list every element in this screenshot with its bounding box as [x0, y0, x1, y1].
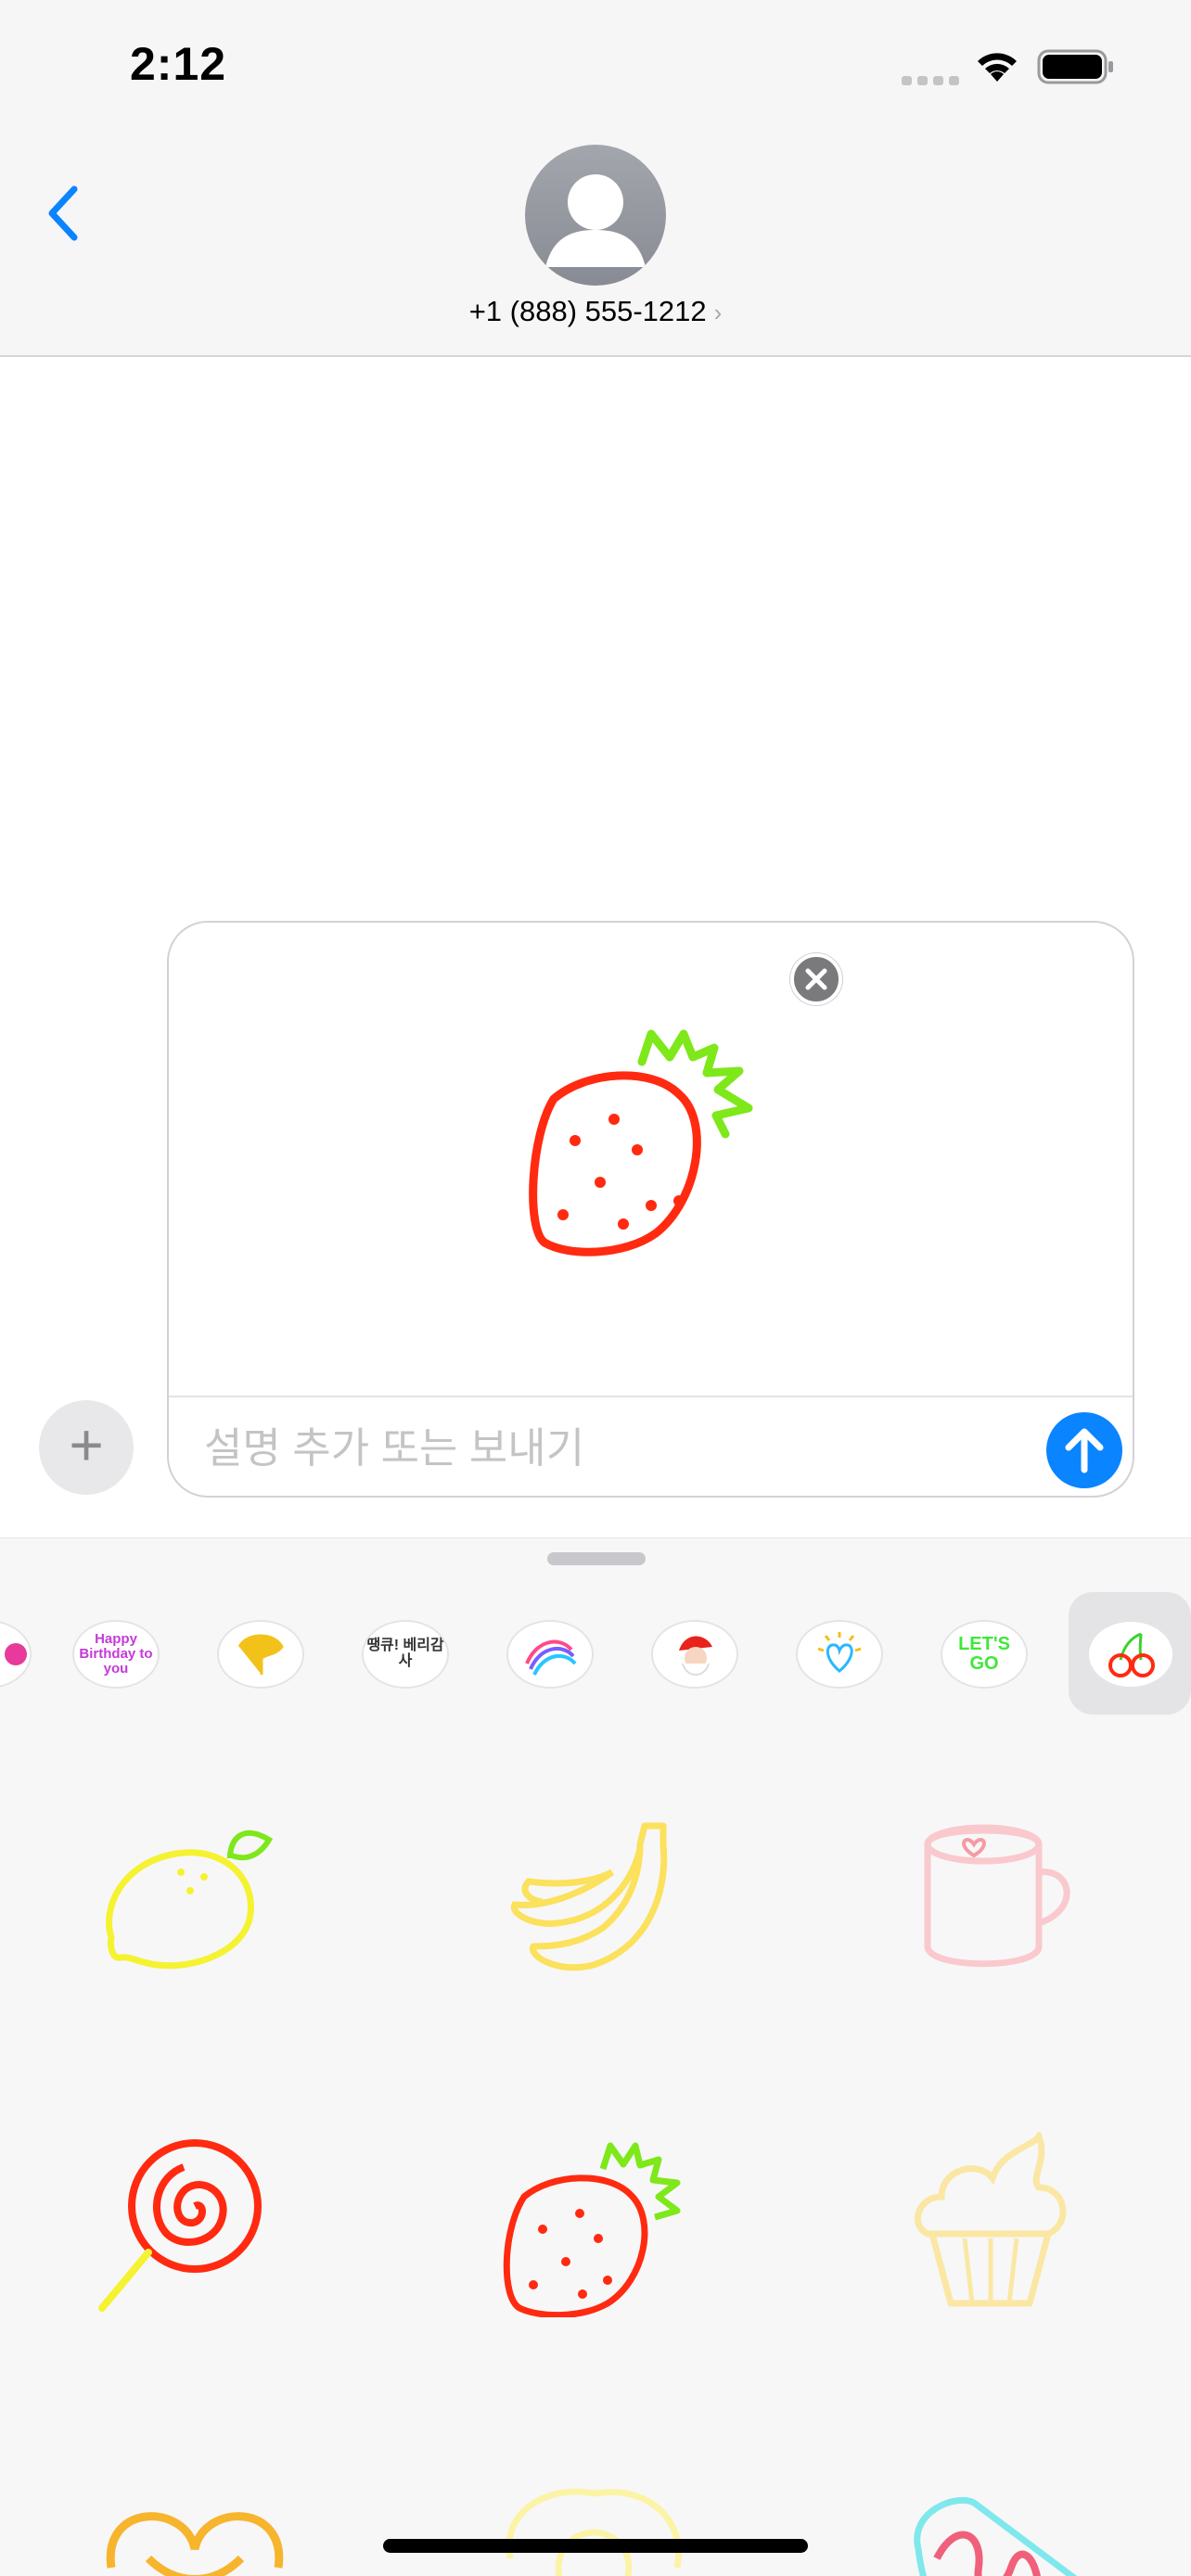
- cellular-signal-icon: [902, 76, 959, 85]
- mug-sticker[interactable]: [900, 1798, 1104, 1983]
- sticker-pack-thanks[interactable]: 땡큐! 베리감사: [362, 1620, 449, 1689]
- ginkgo-leaf-icon: [237, 1634, 284, 1675]
- strawberry-sticker-preview: [529, 1029, 753, 1256]
- sticker-pack-cherry-selected[interactable]: [1069, 1592, 1191, 1715]
- arrow-up-icon: [1065, 1428, 1104, 1473]
- sticker-pack-cherry: [1087, 1620, 1174, 1689]
- wifi-icon: [978, 53, 1017, 82]
- cherry-icon: [1108, 1632, 1155, 1677]
- message-input[interactable]: 설명 추가 또는 보내기: [204, 1414, 584, 1474]
- status-bar: 2:12: [0, 0, 1191, 139]
- sticker-pack-ginkgo[interactable]: [217, 1620, 304, 1689]
- santa-icon: [679, 1636, 712, 1676]
- drawer-grabber[interactable]: [547, 1552, 646, 1565]
- avatar[interactable]: [525, 145, 666, 286]
- close-icon: [805, 968, 827, 990]
- sticker-drawer: Happy Birthday to you 땡큐! 베리감사 LET'S GO: [0, 1537, 1191, 2576]
- sticker-pack-lets-go[interactable]: LET'S GO: [941, 1620, 1028, 1689]
- sticker-pack-row[interactable]: Happy Birthday to you 땡큐! 베리감사 LET'S GO: [0, 1592, 1191, 1718]
- sticker-pack-sparkle-heart[interactable]: [796, 1620, 883, 1689]
- sticker-pack-santa[interactable]: [651, 1620, 738, 1689]
- banana-sticker[interactable]: [492, 1798, 696, 1983]
- apps-plus-button[interactable]: +: [39, 1400, 134, 1495]
- sticker-pack-rainbow-heart[interactable]: [506, 1620, 594, 1689]
- message-compose-box[interactable]: 설명 추가 또는 보내기: [167, 921, 1134, 1498]
- send-button[interactable]: [1046, 1412, 1122, 1488]
- cupcake-sticker[interactable]: [900, 2132, 1104, 2317]
- conversation-header: +1 (888) 555-1212 ›: [0, 139, 1191, 357]
- lollipop-sticker[interactable]: [93, 2132, 297, 2317]
- status-time: 2:12: [130, 38, 227, 90]
- egg-sticker[interactable]: [492, 2456, 696, 2576]
- rainbow-heart-icon: [525, 1639, 577, 1676]
- remove-attachment-button[interactable]: [790, 953, 842, 1005]
- sticker-pack-happy-birthday[interactable]: Happy Birthday to you: [72, 1620, 160, 1689]
- chevron-left-icon[interactable]: [37, 176, 93, 250]
- chevron-right-icon: ›: [713, 299, 723, 326]
- home-indicator[interactable]: [383, 2539, 808, 2553]
- lemon-sticker[interactable]: [93, 1798, 297, 1983]
- pretzel-sticker[interactable]: [93, 2466, 297, 2576]
- sticker-pack-partial[interactable]: [0, 1620, 32, 1689]
- contact-name-button[interactable]: +1 (888) 555-1212 ›: [0, 295, 1191, 328]
- battery-icon: [1037, 49, 1113, 84]
- popsicle-sticker[interactable]: [900, 2456, 1104, 2576]
- contact-number: +1 (888) 555-1212: [468, 295, 707, 327]
- strawberry-sticker[interactable]: [492, 2132, 696, 2317]
- person-icon: [545, 174, 646, 267]
- attachment-preview: [169, 923, 1133, 1397]
- sparkle-heart-icon: [817, 1632, 862, 1673]
- sticker-grid: [0, 1715, 1191, 2576]
